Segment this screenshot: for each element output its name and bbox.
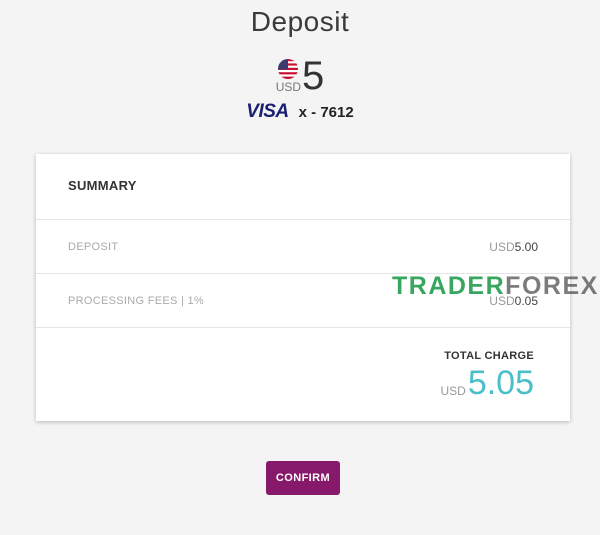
- total-label: TOTAL CHARGE: [444, 350, 534, 362]
- watermark-main: TRADER: [392, 272, 506, 300]
- us-flag-icon: [278, 59, 299, 79]
- total-charge: TOTAL CHARGE USD 5.05: [36, 328, 570, 400]
- currency-block: USD: [276, 59, 301, 94]
- total-currency: USD: [440, 384, 466, 398]
- watermark-light: FOREX: [505, 272, 599, 300]
- card-masked-number: x - 7612: [298, 103, 354, 121]
- amount-value: 5: [302, 54, 325, 98]
- summary-heading: SUMMARY: [36, 154, 570, 220]
- total-value: 5.05: [467, 364, 534, 402]
- line-label: PROCESSING FEES | 1%: [68, 294, 205, 307]
- confirm-button[interactable]: CONFIRM: [266, 461, 340, 495]
- traderforex-watermark: TRADERFOREX: [392, 272, 599, 301]
- total-amount: USD 5.05: [68, 366, 534, 400]
- line-value: USD5.00: [489, 240, 538, 254]
- line-label: DEPOSIT: [68, 240, 119, 253]
- line-amount: 5.00: [514, 239, 538, 254]
- visa-logo: VISA: [246, 101, 289, 122]
- page-title: Deposit: [250, 6, 350, 37]
- deposit-amount: USD 5: [0, 54, 600, 98]
- amount-currency-code: USD: [275, 80, 302, 94]
- payment-card: VISA x - 7612: [0, 101, 600, 123]
- line-currency: USD: [489, 239, 515, 254]
- summary-line-deposit: DEPOSIT USD5.00: [36, 220, 570, 274]
